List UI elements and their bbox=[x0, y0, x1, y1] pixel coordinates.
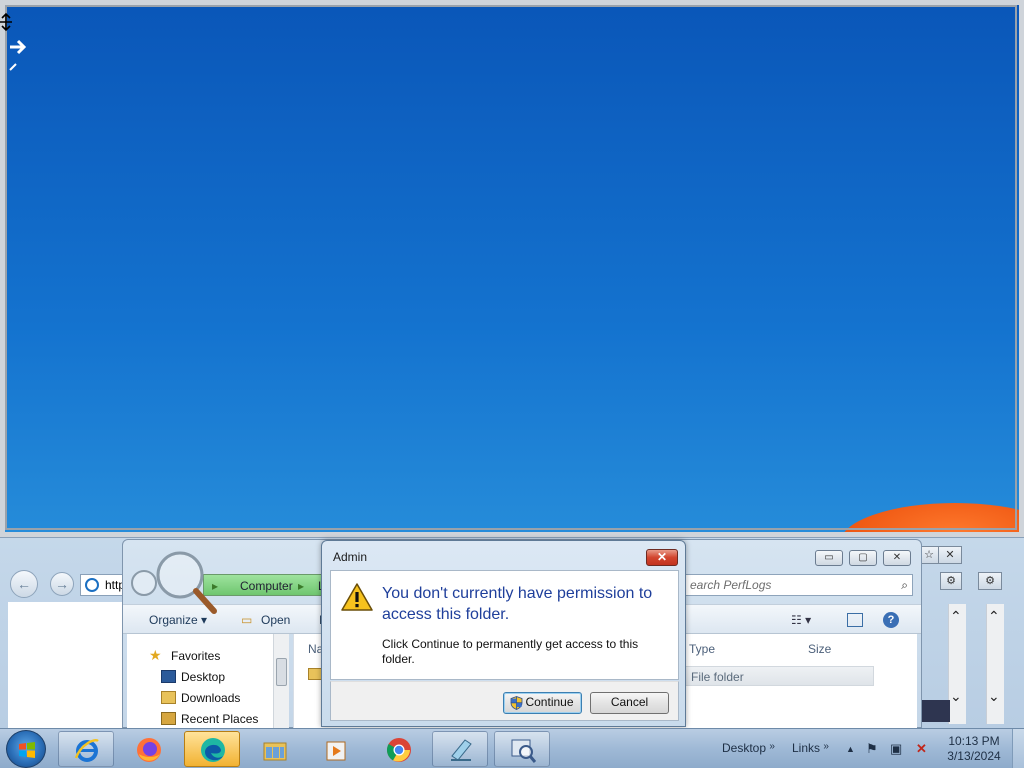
taskbar-chrome[interactable] bbox=[370, 731, 426, 767]
desktop-toolbar[interactable]: Desktop » bbox=[722, 741, 775, 755]
folder-open-icon: ▭ bbox=[241, 613, 253, 627]
scroll-down-icon-right[interactable]: ⌄ bbox=[988, 688, 1000, 705]
chevron-icon: » bbox=[769, 741, 775, 752]
search-placeholder: earch PerfLogs bbox=[690, 578, 772, 592]
clock-date: 3/13/2024 bbox=[947, 749, 1001, 763]
ie-tools-gear-icon[interactable]: ⚙ bbox=[940, 572, 962, 590]
column-header-size[interactable]: Size bbox=[808, 642, 831, 656]
volume-muted-icon[interactable]: ✕ bbox=[916, 741, 927, 757]
taskbar-internet-explorer[interactable] bbox=[58, 731, 114, 767]
back-button[interactable]: ← bbox=[10, 570, 38, 598]
links-toolbar-label: Links bbox=[792, 741, 821, 755]
permission-dialog: Admin ✕ You don't currently have permiss… bbox=[321, 540, 686, 727]
preview-pane-icon[interactable] bbox=[847, 613, 863, 627]
column-header-type[interactable]: Type bbox=[689, 642, 715, 656]
breadcrumb-computer[interactable]: Computer bbox=[240, 579, 293, 593]
desktop-label: Desktop bbox=[181, 670, 226, 684]
firefox-icon bbox=[137, 738, 161, 762]
recent-places-icon bbox=[161, 712, 176, 725]
search-icon[interactable]: ⌕ bbox=[901, 578, 908, 593]
nav-desktop[interactable]: Desktop bbox=[161, 670, 226, 684]
nav-downloads[interactable]: Downloads bbox=[161, 691, 241, 705]
internet-explorer-icon bbox=[74, 739, 99, 762]
taskbar: Desktop » Links » ▲ ⚑ ▣ ✕ 10:13 PM 3/13/… bbox=[0, 728, 1024, 768]
ie-close-button[interactable]: ✕ bbox=[938, 546, 962, 564]
close-button[interactable]: ✕ bbox=[883, 550, 911, 566]
search-input[interactable]: earch PerfLogs ⌕ bbox=[683, 574, 913, 596]
show-hidden-icons-button[interactable]: ▲ bbox=[846, 744, 855, 754]
dialog-close-button[interactable]: ✕ bbox=[646, 549, 678, 566]
file-explorer-icon bbox=[263, 742, 287, 761]
warning-icon bbox=[341, 583, 373, 611]
media-player-icon bbox=[326, 741, 346, 761]
downloads-folder-icon bbox=[161, 691, 176, 704]
uac-shield-icon bbox=[510, 696, 523, 710]
navigation-pane: ★ Favorites Desktop Downloads Recent Pla… bbox=[127, 634, 289, 729]
scroll-up-icon[interactable]: ⌃ bbox=[950, 608, 962, 625]
table-row[interactable]: File folder bbox=[684, 666, 874, 686]
move-cursor-icon bbox=[0, 12, 30, 72]
maximize-button[interactable]: ▢ bbox=[849, 550, 877, 566]
desktop-icon bbox=[161, 670, 176, 683]
nav-scrollbar-thumb[interactable] bbox=[276, 658, 287, 686]
notepad-icon bbox=[451, 739, 472, 761]
links-toolbar[interactable]: Links » bbox=[792, 741, 829, 755]
ie-content bbox=[8, 602, 128, 729]
edge-icon bbox=[201, 738, 225, 762]
dialog-footer: Continue Cancel bbox=[330, 681, 679, 721]
help-icon[interactable]: ? bbox=[883, 612, 899, 628]
row-type: File folder bbox=[691, 670, 744, 684]
taskbar-search-app[interactable] bbox=[494, 731, 550, 767]
downloads-label: Downloads bbox=[181, 691, 241, 705]
clock-time: 10:13 PM bbox=[948, 734, 1000, 748]
star-icon: ★ bbox=[149, 647, 162, 663]
dialog-title: Admin bbox=[333, 550, 368, 564]
dialog-heading: You don't currently have permission to a… bbox=[382, 585, 653, 623]
cancel-button[interactable]: Cancel bbox=[590, 692, 669, 714]
nav-recent-places[interactable]: Recent Places bbox=[161, 712, 259, 726]
network-icon[interactable]: ▣ bbox=[890, 741, 902, 757]
taskbar-notepad[interactable] bbox=[432, 731, 488, 767]
continue-button[interactable]: Continue bbox=[503, 692, 582, 714]
open-button[interactable]: Open bbox=[261, 613, 290, 627]
scroll-up-icon-right[interactable]: ⌃ bbox=[988, 608, 1000, 625]
forward-button[interactable]: → bbox=[50, 572, 74, 596]
folder-icon bbox=[308, 668, 322, 680]
start-button[interactable] bbox=[6, 730, 46, 768]
continue-label: Continue bbox=[525, 695, 574, 709]
show-desktop-button[interactable] bbox=[1012, 729, 1024, 768]
scroll-down-icon[interactable]: ⌄ bbox=[950, 688, 962, 705]
taskbar-edge[interactable] bbox=[184, 731, 240, 767]
desktop-toolbar-label: Desktop bbox=[722, 741, 767, 755]
system-clock[interactable]: 10:13 PM 3/13/2024 bbox=[942, 734, 1006, 764]
dark-panel bbox=[920, 700, 950, 722]
nav-favorites[interactable]: ★ Favorites bbox=[149, 647, 221, 663]
dialog-body: You don't currently have permission to a… bbox=[330, 570, 679, 680]
dialog-message: Click Continue to permanently get access… bbox=[382, 637, 639, 666]
minimize-button[interactable]: ▭ bbox=[815, 550, 843, 566]
nav-scrollbar[interactable] bbox=[273, 634, 289, 729]
breadcrumb-separator-icon: ▸ bbox=[298, 579, 305, 593]
action-center-flag-icon[interactable]: ⚑ bbox=[866, 741, 878, 757]
ie-page-icon bbox=[85, 578, 99, 592]
favorites-label: Favorites bbox=[171, 649, 221, 663]
windows-logo-icon bbox=[19, 742, 35, 758]
recent-places-label: Recent Places bbox=[181, 712, 259, 726]
search-app-icon bbox=[511, 739, 537, 763]
taskbar-media-player[interactable] bbox=[308, 731, 364, 767]
magnifier-icon bbox=[128, 545, 228, 625]
view-options-icon[interactable]: ☷ ▾ bbox=[791, 613, 811, 627]
chevron-icon: » bbox=[823, 741, 829, 752]
taskbar-file-explorer[interactable] bbox=[246, 731, 302, 767]
gear-icon[interactable]: ⚙ bbox=[978, 572, 1002, 590]
chrome-icon bbox=[386, 738, 411, 762]
taskbar-firefox[interactable] bbox=[120, 731, 176, 767]
window-client-area bbox=[5, 5, 1017, 530]
